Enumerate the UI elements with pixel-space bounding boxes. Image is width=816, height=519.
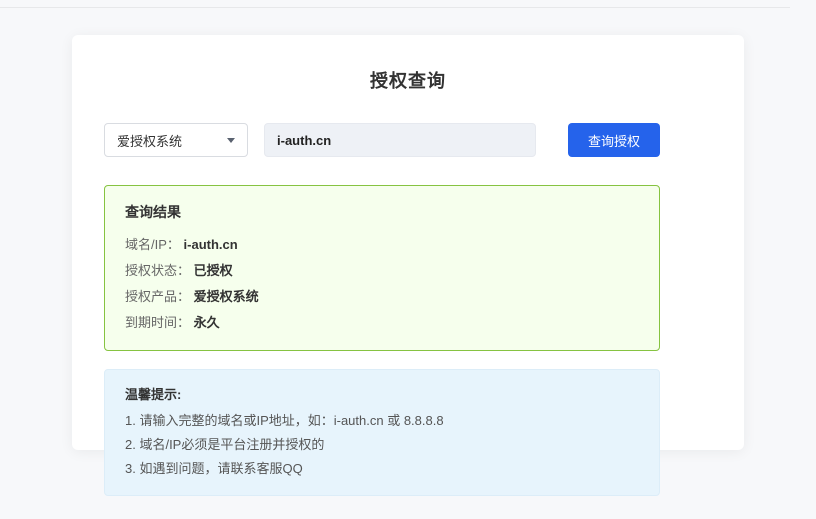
top-divider [0, 7, 790, 8]
query-auth-button[interactable]: 查询授权 [568, 123, 660, 157]
result-value: 已授权 [194, 263, 233, 278]
tips-item-2: 2. 域名/IP必须是平台注册并授权的 [125, 433, 639, 457]
result-row-status: 授权状态： 已授权 [125, 258, 639, 284]
result-value: 永久 [194, 315, 220, 330]
result-label: 授权状态： [125, 263, 190, 278]
product-select[interactable]: 爱授权系统 [104, 123, 248, 157]
query-result-panel: 查询结果 域名/IP： i-auth.cn 授权状态： 已授权 授权产品： 爱授… [104, 185, 660, 351]
result-label: 到期时间： [125, 315, 190, 330]
tips-panel: 温馨提示: 1. 请输入完整的域名或IP地址，如：i-auth.cn 或 8.8… [104, 369, 660, 496]
query-form-row: 爱授权系统 查询授权 [104, 123, 660, 157]
result-row-domain: 域名/IP： i-auth.cn [125, 232, 639, 258]
result-row-expiry: 到期时间： 永久 [125, 310, 639, 336]
result-label: 域名/IP： [125, 237, 180, 252]
chevron-down-icon [227, 138, 235, 143]
domain-input[interactable] [264, 123, 536, 157]
result-row-product: 授权产品： 爱授权系统 [125, 284, 639, 310]
result-title: 查询结果 [125, 202, 639, 222]
product-select-value: 爱授权系统 [117, 131, 182, 150]
result-value: 爱授权系统 [194, 289, 259, 304]
tips-item-1: 1. 请输入完整的域名或IP地址，如：i-auth.cn 或 8.8.8.8 [125, 409, 639, 433]
result-value: i-auth.cn [184, 237, 238, 252]
tips-item-3: 3. 如遇到问题，请联系客服QQ [125, 457, 639, 481]
tips-title: 温馨提示: [125, 384, 639, 403]
auth-query-card: 授权查询 爱授权系统 查询授权 查询结果 域名/IP： i-auth.cn 授权… [72, 35, 744, 450]
page-title: 授权查询 [104, 67, 712, 93]
result-label: 授权产品： [125, 289, 190, 304]
